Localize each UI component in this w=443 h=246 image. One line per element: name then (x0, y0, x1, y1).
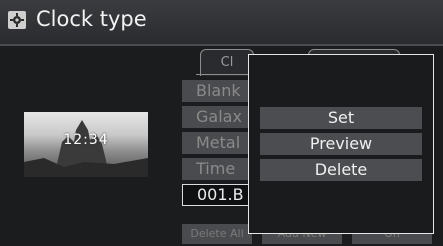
title-bar: Clock type (0, 0, 443, 46)
clock-type-blank[interactable]: Blank (182, 80, 252, 102)
delete-button[interactable]: Delete (260, 159, 422, 181)
options-popup: Set Preview Delete (248, 54, 434, 234)
page-title: Clock type (36, 7, 147, 31)
set-button[interactable]: Set (260, 107, 422, 129)
gear-icon (8, 11, 26, 29)
clock-type-metal[interactable]: Metal (182, 132, 252, 154)
clock-type-galaxy[interactable]: Galax (182, 106, 252, 128)
clock-type-time[interactable]: Time (182, 158, 252, 180)
tab-clock[interactable]: Cl (200, 49, 254, 76)
clock-preview-image: 12:34 (24, 112, 148, 177)
preview-button[interactable]: Preview (260, 133, 422, 155)
delete-all-button[interactable]: Delete All (182, 224, 252, 244)
clock-type-custom-selected[interactable]: 001.B (182, 184, 252, 206)
clock-preview-time: 12:34 (63, 132, 109, 148)
